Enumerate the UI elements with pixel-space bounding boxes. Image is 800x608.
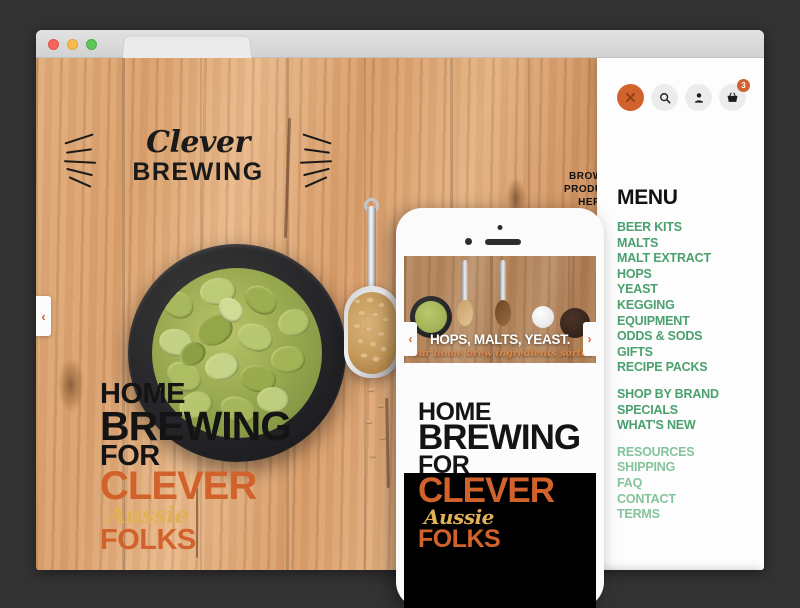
menu-item-malt-extract[interactable]: MALT EXTRACT [617, 251, 762, 267]
headline-line-4: CLEVER [100, 464, 257, 509]
headline-line-6: FOLKS [100, 524, 196, 557]
browse-line-2: PRODUCTS [564, 184, 597, 195]
logo-script-text: Clever [146, 125, 250, 160]
phone-tagline: HOPS, MALTS, YEAST. [429, 332, 571, 347]
loose-grain [370, 454, 376, 457]
menu-icon-bar: 3 [617, 79, 750, 111]
phone-spoon-bowl [495, 300, 511, 326]
menu-item-recipe-packs[interactable]: RECIPE PACKS [617, 360, 762, 376]
menu-title: MENU [617, 186, 678, 209]
menu-group-shopping: SHOP BY BRAND SPECIALS WHAT'S NEW [617, 387, 762, 434]
phone-hops-pile [415, 301, 447, 333]
menu-item-beer-kits[interactable]: BEER KITS [617, 220, 762, 236]
phone-carousel-next-button[interactable]: › [583, 322, 596, 356]
menu-item-whats-new[interactable]: WHAT'S NEW [617, 418, 762, 434]
browser-titlebar [36, 30, 764, 58]
menu-item-odds-and-sods[interactable]: ODDS & SODS [617, 329, 762, 345]
window-minimize-button[interactable] [67, 39, 78, 50]
phone-speaker-icon [485, 239, 521, 245]
loose-grain [378, 404, 384, 407]
menu-group-categories: BEER KITS MALTS MALT EXTRACT HOPS YEAST … [617, 220, 762, 376]
grain-fill [348, 292, 396, 374]
menu-item-yeast[interactable]: YEAST [617, 282, 762, 298]
grain-scoop-image [344, 286, 400, 378]
menu-item-gifts[interactable]: GIFTS [617, 345, 762, 361]
menu-item-shipping[interactable]: SHIPPING [617, 460, 762, 476]
headline-line-2: BREWING [100, 402, 292, 449]
phone-hero-text: HOPS, MALTS, YEAST. Your home brew ingre… [404, 332, 596, 359]
person-icon [694, 92, 703, 103]
menu-item-equipment[interactable]: EQUIPMENT [617, 314, 762, 330]
browse-line-1: BROWSE [569, 171, 597, 182]
menu-item-hops[interactable]: HOPS [617, 267, 762, 283]
site-logo[interactable]: Clever BREWING [63, 125, 333, 188]
phone-headline-line-2: BREWING [418, 418, 581, 457]
phone-yeast-bowl [532, 306, 554, 328]
search-button[interactable] [651, 84, 678, 111]
phone-camera-icon [497, 225, 503, 230]
cart-count-badge: 3 [737, 79, 750, 92]
window-close-button[interactable] [48, 39, 59, 50]
phone-spoon-handle [500, 260, 506, 304]
browse-products-callout: BROWSE PRODUCTS HERE [564, 170, 597, 209]
phone-spoon-handle [462, 260, 468, 304]
loose-grain [366, 420, 372, 423]
phone-carousel-prev-button[interactable]: ‹ [404, 322, 417, 356]
browser-tab[interactable] [122, 35, 252, 58]
window-zoom-button[interactable] [86, 39, 97, 50]
menu-group-support: RESOURCES SHIPPING FAQ CONTACT TERMS [617, 445, 762, 523]
menu-item-faq[interactable]: FAQ [617, 476, 762, 492]
window-controls [48, 39, 97, 50]
phone-headline: HOME BREWING FOR CLEVER Aussie FOLKS [418, 400, 581, 553]
menu-navigation: BEER KITS MALTS MALT EXTRACT HOPS YEAST … [617, 220, 762, 534]
phone-headline-line-4: CLEVER [418, 470, 555, 510]
phone-sensor-icon [465, 238, 472, 245]
phone-hero-banner: HOPS, MALTS, YEAST. Your home brew ingre… [404, 256, 596, 363]
account-button[interactable] [685, 84, 712, 111]
phone-subtagline: Your home brew ingredients sorted [406, 348, 594, 359]
menu-item-resources[interactable]: RESOURCES [617, 445, 762, 461]
search-icon [659, 92, 670, 103]
phone-spoon-bowl [457, 300, 473, 326]
close-icon [625, 92, 636, 103]
cart-button[interactable]: 3 [719, 79, 750, 111]
loose-grain [368, 388, 374, 391]
menu-panel: 3 MENU BEER KITS MALTS MALT EXTRACT HOPS… [597, 58, 764, 570]
logo-rays-left [63, 133, 104, 188]
phone-mockup: HOPS, MALTS, YEAST. Your home brew ingre… [396, 208, 604, 608]
loose-grain [380, 436, 386, 439]
phone-headline-line-6: FOLKS [418, 524, 501, 553]
logo-rays-right [292, 133, 333, 188]
menu-item-specials[interactable]: SPECIALS [617, 403, 762, 419]
logo-bold-text: BREWING [132, 158, 264, 186]
close-menu-button[interactable] [617, 84, 644, 111]
menu-item-kegging[interactable]: KEGGING [617, 298, 762, 314]
wood-knot [58, 358, 84, 412]
phone-body: HOME BREWING FOR CLEVER Aussie FOLKS [404, 363, 596, 608]
phone-screen: HOPS, MALTS, YEAST. Your home brew ingre… [404, 256, 596, 608]
scoop-handle [367, 206, 376, 294]
menu-item-terms[interactable]: TERMS [617, 507, 762, 523]
menu-item-contact[interactable]: CONTACT [617, 492, 762, 508]
basket-icon [727, 92, 738, 102]
menu-item-malts[interactable]: MALTS [617, 236, 762, 252]
hero-headline: HOME BREWING FOR CLEVER Aussie FOLKS [100, 380, 292, 557]
carousel-prev-button[interactable]: ‹ [36, 296, 51, 336]
menu-item-shop-by-brand[interactable]: SHOP BY BRAND [617, 387, 762, 403]
